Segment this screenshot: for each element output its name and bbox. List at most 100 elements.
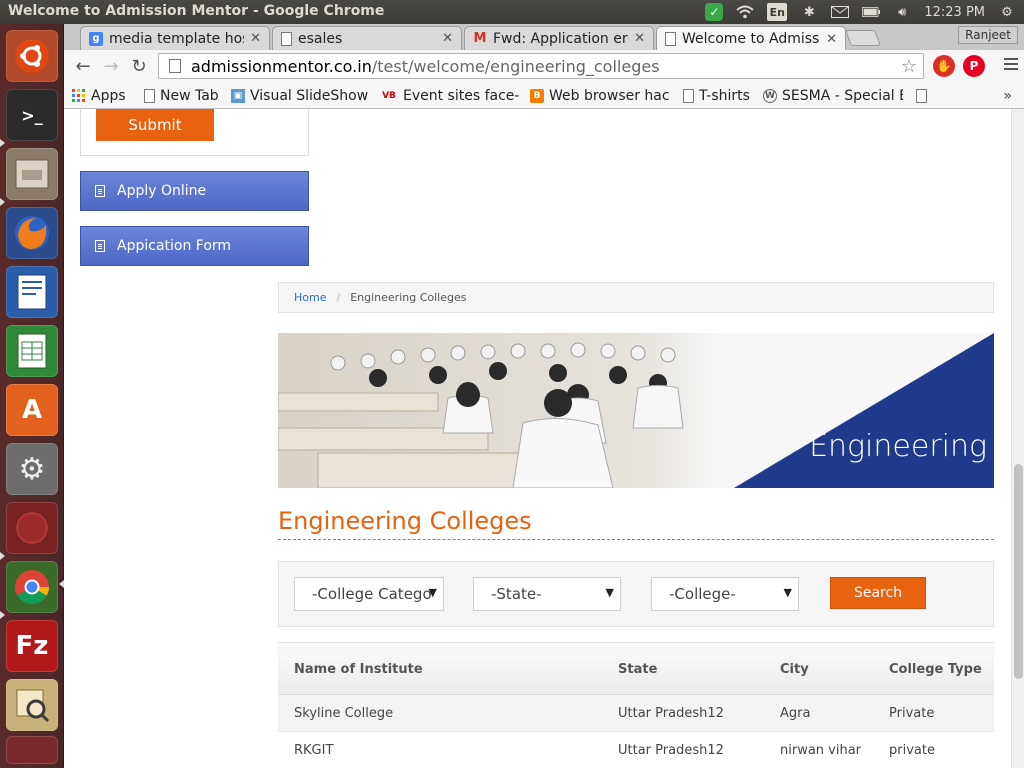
terminal-icon[interactable]: >_ [6, 89, 58, 141]
reload-icon[interactable]: ↻ [128, 55, 150, 77]
bookmark-apps[interactable]: Apps [72, 86, 126, 106]
college-category-select[interactable]: -College Catego ▼ [294, 577, 444, 611]
bookmark-sesma[interactable]: W SESMA - Special E [763, 86, 903, 106]
mail-icon[interactable] [831, 3, 850, 21]
tab-strip: g media template hos ✕ esales ✕ M Fwd: A… [64, 24, 1024, 51]
bookmark-new-tab[interactable]: New Tab [144, 86, 219, 106]
address-bar[interactable]: admissionmentor.co.in/test/welcome/engin… [158, 53, 924, 79]
filter-bar: -College Catego ▼ -State- ▼ -College- ▼ … [278, 561, 994, 627]
running-indicator [0, 198, 5, 206]
software-center-icon[interactable]: A [6, 384, 58, 436]
image-viewer-icon[interactable] [6, 679, 58, 731]
profile-button[interactable]: Ranjeet [958, 26, 1018, 44]
bookmark-label: New Tab [160, 88, 219, 104]
application-form-button[interactable]: Appication Form [80, 226, 309, 266]
dropdown-arrow-icon: ▼ [605, 586, 614, 599]
system-settings-icon[interactable]: ⚙ [6, 443, 58, 495]
close-tab-icon[interactable]: ✕ [442, 31, 453, 46]
writer-icon[interactable] [6, 266, 58, 318]
page-icon [144, 89, 155, 103]
breadcrumb: Home / Engineering Colleges [278, 282, 994, 313]
back-arrow-icon[interactable]: ← [72, 55, 94, 77]
bookmark-event-sites[interactable]: VB Event sites face-c [380, 86, 520, 106]
new-tab-button[interactable] [845, 30, 881, 46]
settings-gear-icon[interactable]: ⚙ [998, 3, 1016, 21]
bookmark-label: T-shirts [699, 88, 750, 104]
trash-icon[interactable] [6, 736, 58, 764]
college-type-cell: private [889, 743, 935, 758]
colleges-table: Name of Institute State City College Typ… [278, 642, 994, 768]
bookmark-star-icon[interactable]: ☆ [901, 56, 917, 77]
application-form-label: Appication Form [117, 238, 232, 254]
column-header[interactable]: State [618, 662, 657, 677]
web-page: Submit Apply Online Appication Form Home… [64, 109, 1011, 768]
battery-icon[interactable] [862, 3, 881, 21]
tab-esales[interactable]: esales ✕ [272, 26, 462, 50]
bookmark-tshirts[interactable]: T-shirts [683, 86, 750, 106]
blogger-icon: B [530, 89, 544, 103]
calc-icon[interactable] [6, 325, 58, 377]
chrome-icon[interactable] [6, 561, 58, 613]
clock[interactable]: 12:23 PM [924, 5, 985, 20]
app-icon[interactable] [6, 502, 58, 554]
page-scrollbar[interactable] [1011, 109, 1024, 768]
bluetooth-icon[interactable]: ✱ [800, 3, 818, 21]
college-select[interactable]: -College- ▼ [651, 577, 799, 611]
close-tab-icon[interactable]: ✕ [250, 31, 261, 46]
bookmark-unnamed[interactable] [916, 86, 932, 106]
close-tab-icon[interactable]: ✕ [826, 32, 837, 47]
engineering-banner: Engineering [278, 333, 994, 488]
tab-label: Welcome to Admissi [682, 31, 821, 47]
files-icon[interactable] [6, 148, 58, 200]
volume-icon[interactable]: 🔊︎ [893, 3, 911, 21]
close-tab-icon[interactable]: ✕ [634, 31, 645, 46]
apply-online-button[interactable]: Apply Online [80, 171, 309, 211]
page-info-icon[interactable] [169, 59, 181, 73]
forward-arrow-icon[interactable]: → [100, 55, 122, 77]
bookmark-web-browser[interactable]: B Web browser hac [530, 86, 670, 106]
state-cell: Uttar Pradesh12 [618, 706, 724, 721]
filezilla-icon[interactable]: Fz [6, 620, 58, 672]
city-cell: nirwan vihar [780, 743, 862, 758]
chrome-menu-icon[interactable] [1004, 58, 1018, 73]
state-value: -State- [491, 585, 542, 603]
pinterest-extension-icon[interactable]: P [963, 55, 985, 77]
column-header[interactable]: Name of Institute [294, 662, 423, 677]
institute-name-cell: Skyline College [294, 706, 394, 721]
firefox-icon[interactable] [6, 207, 58, 259]
wifi-icon[interactable] [736, 3, 755, 21]
bookmark-label: Visual SlideShow [250, 88, 369, 104]
document-icon [95, 240, 105, 252]
banner-blue-triangle [734, 333, 994, 488]
college-category-value: -College Catego [312, 585, 432, 603]
running-indicator [0, 139, 5, 147]
wordpress-icon: W [763, 89, 777, 103]
bookmark-visual-slideshow[interactable]: ▣ Visual SlideShow [231, 86, 368, 106]
tab-label: media template hos [109, 30, 245, 47]
scrollbar-thumb[interactable] [1014, 464, 1023, 679]
ubuntu-dash-icon[interactable] [6, 30, 58, 82]
city-cell: Agra [780, 706, 811, 721]
submit-button[interactable]: Submit [96, 109, 214, 141]
state-select[interactable]: -State- ▼ [473, 577, 621, 611]
tab-media-template[interactable]: g media template hos ✕ [80, 26, 270, 50]
window-title: Welcome to Admission Mentor - Google Chr… [8, 3, 385, 19]
tab-gmail[interactable]: M Fwd: Application err ✕ [464, 26, 654, 50]
search-button[interactable]: Search [830, 577, 926, 609]
table-row[interactable]: RKGIT Uttar Pradesh12 nirwan vihar priva… [278, 732, 994, 768]
bookmark-label: Event sites face-c [403, 88, 520, 104]
page-icon [683, 89, 694, 103]
keyboard-language-indicator[interactable]: En [767, 3, 788, 21]
column-header[interactable]: College Type [889, 662, 982, 677]
column-header[interactable]: City [780, 662, 809, 677]
breadcrumb-home-link[interactable]: Home [294, 291, 326, 304]
college-type-cell: Private [889, 706, 935, 721]
table-row[interactable]: Skyline College Uttar Pradesh12 Agra Pri… [278, 695, 994, 732]
adblock-extension-icon[interactable]: ✋ [933, 55, 955, 77]
update-check-icon[interactable]: ✓ [705, 3, 724, 21]
more-bookmarks-chevron-icon[interactable]: » [1003, 88, 1012, 104]
google-icon: g [89, 31, 103, 46]
url-host: admissionmentor.co.in [191, 56, 372, 76]
tab-admission-mentor[interactable]: Welcome to Admissi ✕ [656, 26, 846, 51]
document-icon [95, 185, 105, 197]
